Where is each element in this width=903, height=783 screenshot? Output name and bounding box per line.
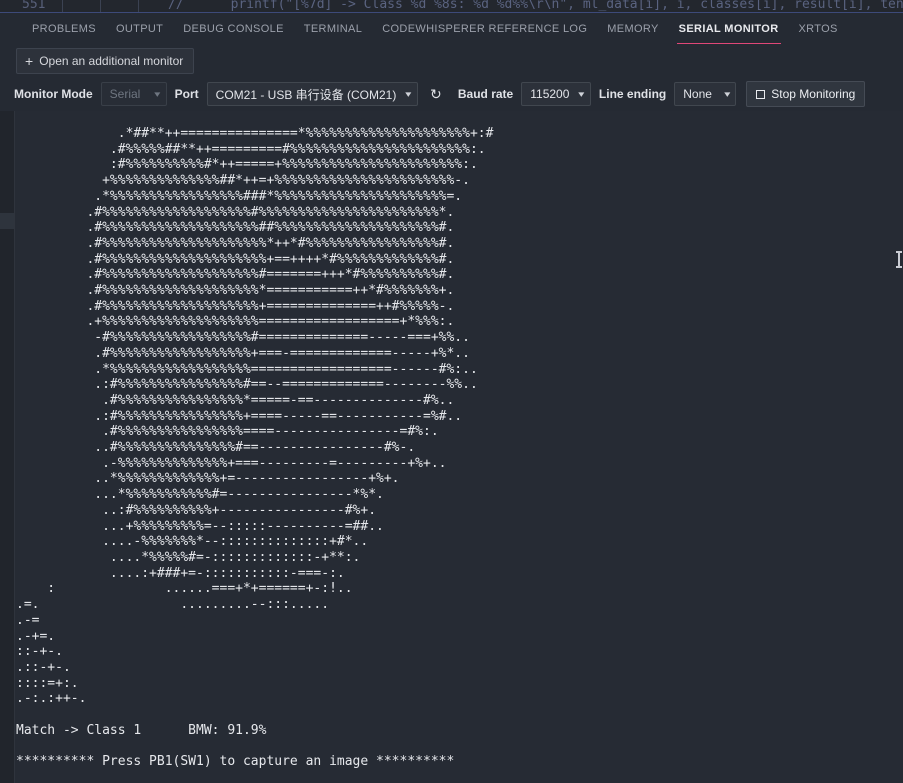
- bottom-panel: PROBLEMS OUTPUT DEBUG CONSOLE TERMINAL C…: [0, 13, 903, 783]
- tab-debug-console[interactable]: DEBUG CONSOLE: [173, 13, 294, 45]
- port-select[interactable]: COM21 - USB 串行设备 (COM21) ▾: [206, 82, 418, 106]
- port-value: COM21 - USB 串行设备 (COM21): [215, 87, 397, 102]
- stop-monitoring-button[interactable]: Stop Monitoring: [746, 81, 866, 107]
- text-cursor-icon: [896, 251, 902, 268]
- tab-memory[interactable]: MEMORY: [597, 13, 668, 45]
- output-left-rail: [0, 111, 14, 783]
- baud-rate-value: 115200: [530, 87, 570, 101]
- chevron-down-icon: ▾: [154, 88, 161, 99]
- line-ending-value: None: [683, 87, 712, 101]
- serial-output-text: .*##**++===============*%%%%%%%%%%%%%%%%…: [16, 126, 494, 770]
- tab-output[interactable]: OUTPUT: [106, 13, 173, 45]
- open-additional-monitor-label: Open an additional monitor: [39, 54, 184, 68]
- plus-icon: +: [25, 52, 34, 69]
- panel-tab-bar: PROBLEMS OUTPUT DEBUG CONSOLE TERMINAL C…: [0, 13, 903, 45]
- output-rail-marker: [0, 213, 14, 229]
- line-ending-select[interactable]: None ▾: [674, 82, 737, 106]
- line-ending-label: Line ending: [598, 87, 667, 101]
- serial-output-area[interactable]: .*##**++===============*%%%%%%%%%%%%%%%%…: [0, 111, 903, 783]
- tab-serial-monitor[interactable]: SERIAL MONITOR: [669, 13, 789, 45]
- stop-square-icon: [756, 89, 766, 99]
- additional-monitor-row: + Open an additional monitor: [0, 45, 903, 77]
- output-rail-divider: [14, 111, 15, 783]
- baud-rate-label: Baud rate: [457, 87, 514, 101]
- refresh-ports-button[interactable]: ↻: [426, 82, 446, 106]
- monitor-mode-label: Monitor Mode: [14, 87, 93, 101]
- chevron-down-icon: ▾: [578, 88, 585, 99]
- tab-codewhisperer-reference-log[interactable]: CODEWHISPERER REFERENCE LOG: [372, 13, 597, 45]
- monitor-mode-value: Serial: [109, 87, 141, 101]
- tab-terminal[interactable]: TERMINAL: [294, 13, 372, 45]
- port-label: Port: [174, 87, 199, 101]
- serial-monitor-toolbar: Monitor Mode Serial ▾ Port COM21 - USB 串…: [0, 77, 903, 111]
- chevron-down-icon: ▾: [405, 88, 412, 99]
- monitor-mode-select[interactable]: Serial ▾: [100, 82, 167, 106]
- tab-problems[interactable]: PROBLEMS: [22, 13, 106, 45]
- refresh-icon: ↻: [430, 85, 442, 102]
- tab-xrtos[interactable]: XRTOS: [789, 13, 848, 45]
- stop-monitoring-label: Stop Monitoring: [771, 87, 856, 101]
- open-additional-monitor-button[interactable]: + Open an additional monitor: [16, 48, 195, 74]
- baud-rate-select[interactable]: 115200 ▾: [521, 82, 591, 106]
- chevron-down-icon: ▾: [723, 88, 731, 99]
